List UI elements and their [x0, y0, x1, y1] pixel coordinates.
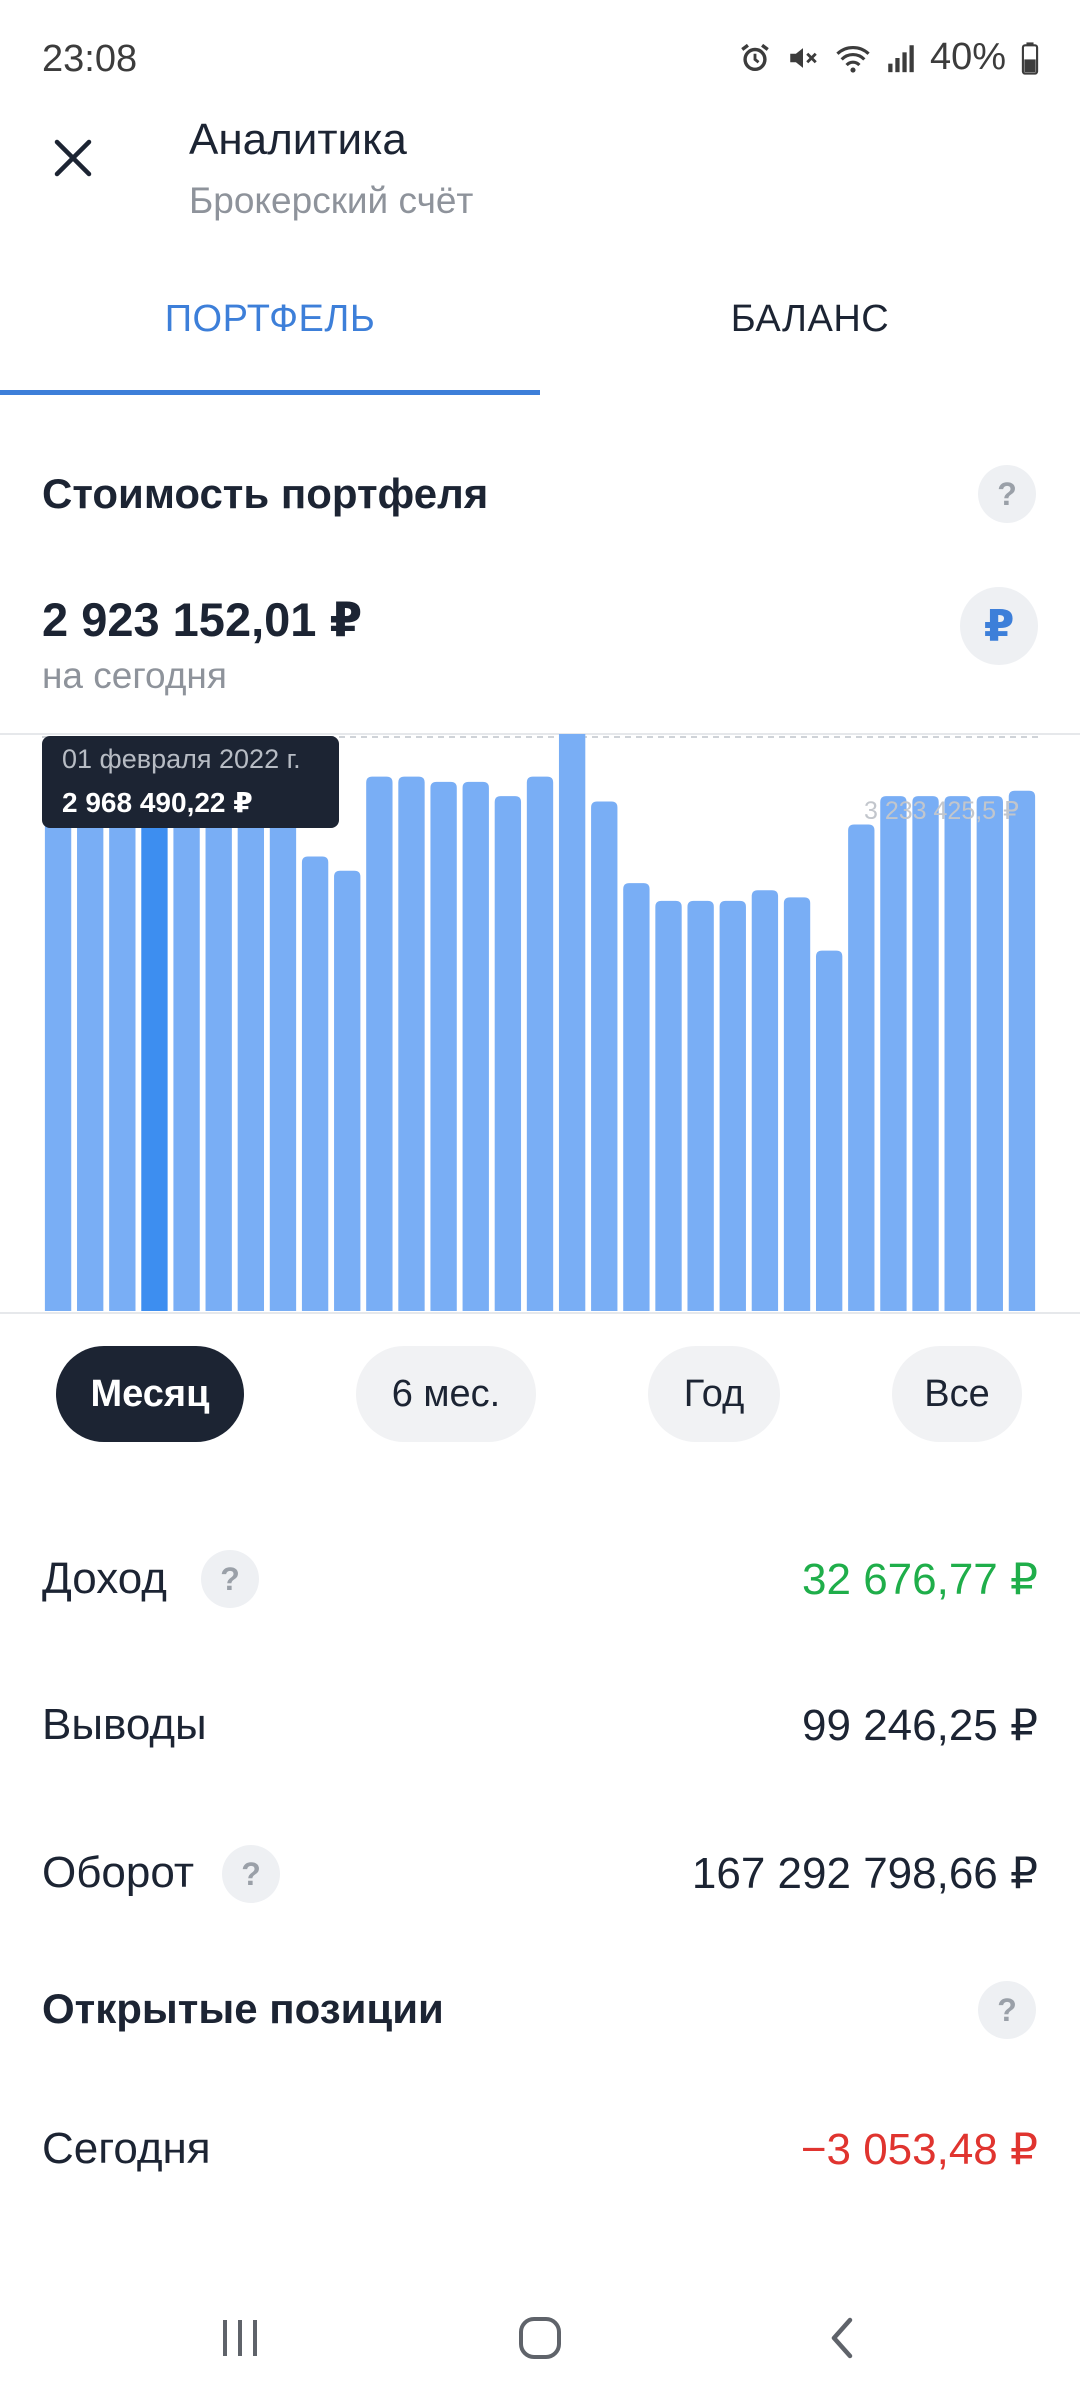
chart-bar[interactable]: [462, 781, 489, 1311]
chart-bar[interactable]: [334, 870, 361, 1311]
chart-bar[interactable]: [173, 764, 200, 1311]
alarm-icon: [738, 41, 772, 75]
back-icon[interactable]: [802, 2310, 882, 2366]
chart-bar[interactable]: [591, 801, 618, 1311]
open-positions-help-button[interactable]: ?: [978, 1981, 1036, 2039]
chart-bar[interactable]: [751, 890, 779, 1311]
portfolio-help-button[interactable]: ?: [978, 465, 1036, 523]
chart-bar[interactable]: [815, 950, 843, 1311]
chart-bar[interactable]: [44, 776, 72, 1311]
tab-portfolio[interactable]: ПОРТФЕЛЬ: [0, 298, 540, 341]
wifi-icon: [834, 41, 872, 75]
chart-bar[interactable]: [623, 883, 650, 1311]
turnover-help-button[interactable]: ?: [222, 1845, 280, 1903]
currency-button[interactable]: ₽: [960, 587, 1038, 665]
battery-percent: 40%: [929, 36, 1006, 78]
chart-bar[interactable]: [430, 781, 457, 1311]
chart-bar[interactable]: [976, 796, 1003, 1311]
mute-icon: [786, 41, 820, 75]
recent-apps-icon[interactable]: [200, 2310, 280, 2366]
chart-bar[interactable]: [880, 796, 907, 1311]
chart-bar[interactable]: [719, 900, 746, 1311]
chart-bar[interactable]: [77, 780, 104, 1311]
period-year-button[interactable]: Год: [648, 1346, 780, 1442]
battery-icon: [1020, 41, 1040, 75]
chart-bar[interactable]: [398, 776, 425, 1311]
chart-bar[interactable]: [269, 787, 297, 1311]
close-button[interactable]: [40, 125, 106, 191]
income-help-button[interactable]: ?: [201, 1550, 259, 1608]
withdrawals-label: Выводы: [42, 1700, 207, 1749]
portfolio-amount: 2 923 152,01 ₽: [42, 593, 363, 646]
chart-bar[interactable]: [944, 796, 971, 1311]
portfolio-amount-caption: на сегодня: [42, 655, 227, 696]
chart-bar[interactable]: [655, 900, 682, 1311]
turnover-label: Оборот: [42, 1848, 195, 1897]
close-icon: [54, 139, 92, 177]
chart-bar[interactable]: [848, 824, 875, 1311]
open-positions-title: Открытые позиции: [42, 1985, 444, 2032]
turnover-value: 167 292 798,66 ₽: [691, 1849, 1038, 1898]
tab-balance[interactable]: БАЛАНС: [540, 298, 1080, 341]
today-value: −3 053,48 ₽: [800, 2125, 1038, 2174]
today-label: Сегодня: [42, 2124, 211, 2173]
withdrawals-value: 99 246,25 ₽: [802, 1701, 1038, 1750]
signal-icon: [886, 41, 916, 75]
reference-line-label: 3 233 425,5 ₽: [864, 797, 1019, 825]
tooltip-value: 2 968 490,22 ₽: [62, 787, 253, 818]
chart-bar[interactable]: [205, 785, 232, 1311]
active-tab-indicator: [0, 390, 540, 395]
chart-bar[interactable]: [141, 783, 168, 1311]
chart-bar[interactable]: [237, 787, 265, 1311]
chart-bar[interactable]: [301, 856, 329, 1311]
chart-bar[interactable]: [366, 776, 393, 1311]
chart-bar[interactable]: [558, 734, 586, 1311]
chart-bottom-divider: [0, 1312, 1080, 1314]
chart-bar[interactable]: [912, 796, 939, 1311]
period-month-button[interactable]: Месяц: [56, 1346, 244, 1442]
chart-bar[interactable]: [687, 900, 714, 1311]
portfolio-value-title: Стоимость портфеля: [42, 470, 489, 517]
chart-bar[interactable]: [526, 776, 554, 1311]
tooltip-date: 01 февраля 2022 г.: [62, 744, 301, 774]
page-title: Аналитика: [189, 115, 407, 164]
status-icons: 40%: [738, 36, 1040, 79]
income-label: Доход: [42, 1554, 167, 1603]
chart-bar[interactable]: [783, 897, 811, 1311]
status-time: 23:08: [42, 38, 138, 80]
home-icon[interactable]: [500, 2310, 580, 2366]
chart-bar[interactable]: [1008, 790, 1036, 1311]
period-6-months-button[interactable]: 6 мес.: [356, 1346, 536, 1442]
period-all-button[interactable]: Все: [892, 1346, 1022, 1442]
page-subtitle: Брокерский счёт: [189, 180, 474, 221]
income-value: 32 676,77 ₽: [802, 1555, 1038, 1604]
chart-bar[interactable]: [494, 796, 522, 1311]
